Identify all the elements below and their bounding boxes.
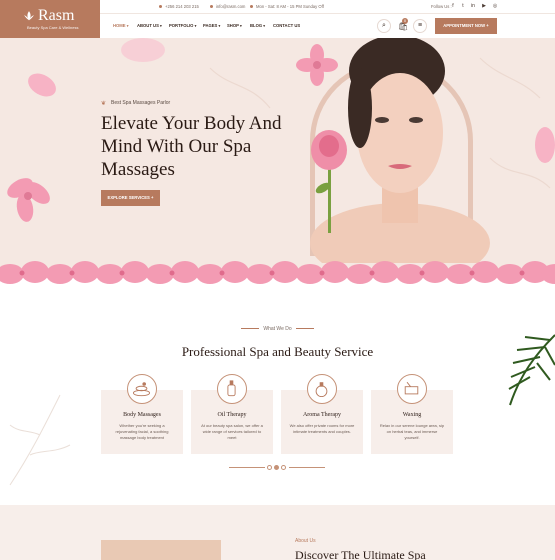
service-card-oil-therapy[interactable]: Oil Therapy At our beauty spa salon, we …: [191, 374, 273, 454]
nav-home[interactable]: HOME ▾: [113, 23, 129, 28]
phone-icon: [159, 5, 162, 9]
chevron-down-icon: ▾: [126, 24, 129, 28]
nav-contact-us[interactable]: CONTACT US: [273, 23, 300, 28]
wax-icon: [397, 374, 427, 404]
service-card-waxing[interactable]: Waxing Relax in our serene lounge area, …: [371, 374, 453, 454]
service-card-title: Body Massages: [123, 412, 161, 418]
hours-info: Mon - Sat: 8 AM - 15 PM Sunday Off: [250, 4, 324, 9]
email-info[interactable]: info@rasm.com: [210, 4, 245, 9]
service-card-title: Aroma Therapy: [302, 412, 342, 418]
youtube-icon[interactable]: ▶: [481, 3, 487, 9]
services-kicker: What We Do: [0, 326, 555, 332]
brand-name: Rasm: [38, 7, 75, 24]
appointment-button[interactable]: APPOINTMENT NOW +: [435, 18, 497, 34]
mail-icon: [210, 5, 213, 9]
palm-leaf-decoration: [508, 334, 555, 406]
flower-border-decoration: [0, 261, 555, 290]
email-text: info@rasm.com: [216, 4, 246, 9]
petal-icon: [535, 127, 555, 163]
menu-icon[interactable]: ≡: [413, 19, 427, 33]
service-card-desc: Whether you're seeking a rejuvenating fa…: [115, 423, 169, 440]
cart-count-badge: 0: [402, 18, 408, 24]
pager-line: [229, 467, 265, 468]
divider: [295, 328, 314, 330]
lotus-small-icon: ❦: [101, 101, 107, 107]
divider: [241, 328, 260, 330]
top-info-bar: +256 214 203 215 info@rasm.com Mon - Sat…: [100, 0, 555, 14]
about-title: Discover The Ultimate Spa: [295, 548, 426, 560]
petal-icon: [121, 38, 165, 62]
nav-blog[interactable]: BLOG ▾: [250, 23, 265, 28]
pager-dot[interactable]: [267, 465, 272, 470]
explore-services-button[interactable]: EXPLORE SERVICES +: [101, 190, 160, 206]
service-card-aroma-therapy[interactable]: Aroma Therapy We also offer private room…: [281, 374, 363, 454]
flower-decoration-icon: [7, 178, 50, 222]
chevron-down-icon: ▾: [160, 24, 162, 28]
chevron-down-icon: ▾: [263, 24, 266, 28]
linkedin-icon[interactable]: in: [470, 3, 476, 9]
service-card-body-massages[interactable]: Body Massages Whether you're seeking a r…: [101, 374, 183, 454]
instagram-icon[interactable]: ◎: [492, 3, 498, 9]
phone-info[interactable]: +256 214 203 215: [159, 4, 199, 9]
service-card-desc: We also offer private rooms for more int…: [289, 423, 355, 434]
hours-text: Mon - Sat: 8 AM - 15 PM Sunday Off: [256, 4, 324, 9]
lotus-logo-icon: [24, 11, 34, 21]
twitter-icon[interactable]: t: [460, 3, 466, 9]
pager-dot[interactable]: [281, 465, 286, 470]
nav-portfolio[interactable]: PORTFOLIO ▾: [169, 23, 196, 28]
hero-section: ❦ Best Spa Massages Parlor Elevate Your …: [0, 38, 555, 290]
about-kicker: About Us: [295, 538, 316, 544]
facebook-icon[interactable]: f: [450, 3, 456, 9]
search-icon[interactable]: ⌕: [377, 19, 391, 33]
pager-dot-active[interactable]: [274, 465, 279, 470]
service-card-title: Waxing: [402, 412, 422, 418]
service-card-title: Oil Therapy: [217, 412, 247, 418]
chevron-down-icon: ▾: [218, 24, 221, 28]
about-image: [101, 540, 221, 560]
botanical-sketch-decoration: [9, 394, 71, 486]
hero-kicker: Best Spa Massages Parlor: [111, 100, 171, 106]
aroma-oil-icon: [307, 374, 337, 404]
oil-bottle-icon: [217, 374, 247, 404]
clock-icon: [250, 5, 253, 9]
rose-icon: [311, 130, 347, 233]
nav-pages[interactable]: PAGES ▾: [203, 23, 220, 28]
pager-line: [289, 467, 325, 468]
follow-label: Follow Us :: [431, 4, 452, 9]
services-title: Professional Spa and Beauty Service: [181, 344, 374, 359]
chevron-down-icon: ▾: [239, 24, 242, 28]
nav-shop[interactable]: SHOP ▾: [227, 23, 242, 28]
service-card-desc: At our beauty spa salon, we offer a wide…: [201, 423, 263, 440]
petal-icon: [28, 73, 56, 97]
nav-about-us[interactable]: ABOUT US ▾: [137, 23, 162, 28]
brand-logo[interactable]: Rasm Beauty Spa Care & Wellness: [0, 0, 100, 38]
carousel-pager: [0, 464, 555, 472]
chevron-down-icon: ▾: [194, 24, 197, 28]
hero-title: Elevate Your Body And Mind With Our Spa …: [101, 113, 282, 180]
about-section: [0, 505, 555, 560]
phone-text: +256 214 203 215: [165, 4, 199, 9]
massage-stones-icon: [127, 374, 157, 404]
brand-tagline: Beauty Spa Care & Wellness: [27, 25, 79, 30]
main-nav: HOME ▾ ABOUT US ▾ PORTFOLIO ▾ PAGES ▾ SH…: [100, 14, 555, 38]
service-card-desc: Relax in our serene lounge area, sip on …: [379, 423, 445, 440]
